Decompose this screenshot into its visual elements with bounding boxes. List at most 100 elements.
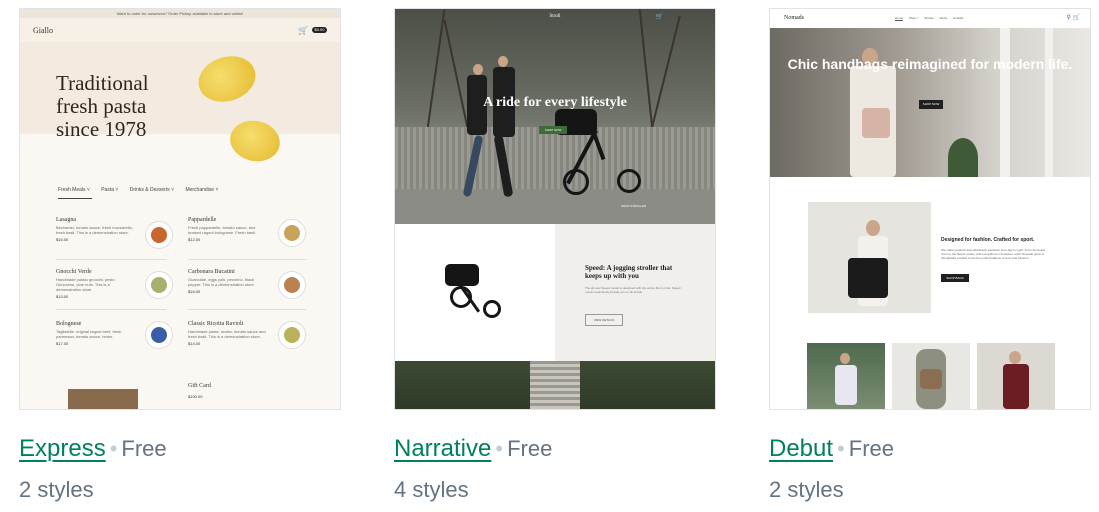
menu-item-name: Bolognese <box>56 321 82 327</box>
feature-image <box>808 202 931 313</box>
backpack-image <box>920 369 942 389</box>
menu-tab: Merchandise ˅ <box>185 187 219 193</box>
menu-tab: Pasta ˅ <box>101 187 119 193</box>
window-frame <box>1000 28 1010 177</box>
cart-icon: 🛒 <box>655 14 663 20</box>
person-head <box>473 64 483 75</box>
menu-item: Carbonara Bucatini Guanciale, eggs yolk,… <box>188 269 266 294</box>
preview-logo: Giallo <box>33 26 53 35</box>
hero-button: SHOP NOW <box>539 126 567 134</box>
theme-style-count: 2 styles <box>769 477 844 502</box>
product-desc: The all-new Speed model is designed with… <box>585 286 681 294</box>
menu-tabs: Fresh Meals ˅ Pasta ˅ Drinks & Desserts … <box>58 187 228 193</box>
divider <box>56 259 166 260</box>
menu-item-desc: Handmade potato gnocchi, pesto Genovese,… <box>56 277 115 292</box>
menu-item-name: Classic Ricotta Ravioli <box>188 321 244 327</box>
announcement-bar: Want to order for ourselves? Order Picku… <box>20 9 340 18</box>
preview-header: Nomads Home Shop ˅ Stories About Contact… <box>770 9 1090 28</box>
collection-tile <box>977 343 1055 409</box>
dish-image <box>278 321 306 349</box>
nav-item: Shop ˅ <box>908 16 919 20</box>
gift-card-image <box>68 389 138 409</box>
product-title: Speed: A jogging stroller that keeps up … <box>585 264 673 280</box>
divider <box>56 309 166 310</box>
theme-preview-express[interactable]: Want to order for ourselves? Order Picku… <box>19 8 341 410</box>
menu-item-name: Lasagna <box>56 217 76 223</box>
menu-item-price: $14.00 <box>188 341 201 346</box>
preview-nav: Home Shop ˅ Stories About Contact <box>895 16 968 20</box>
shop-link: SHOP STROLLER <box>621 204 647 208</box>
menu-item-desc: Guanciale, eggs yolk, pecorino, black pe… <box>188 277 255 287</box>
theme-style-count: 4 styles <box>394 477 469 502</box>
hero-title: A ride for every lifestyle <box>483 95 627 110</box>
menu-item-price: $13.00 <box>56 294 69 299</box>
theme-price: Free <box>848 436 894 461</box>
active-tab-underline <box>58 198 92 199</box>
model-figure <box>835 365 857 405</box>
product-button: VIEW DETAILS <box>585 314 623 326</box>
theme-preview-debut[interactable]: Nomads Home Shop ˅ Stories About Contact… <box>769 8 1091 410</box>
cart-badge: $0.00 <box>312 27 327 33</box>
nav-item: Stories <box>924 16 934 20</box>
stairs-image <box>530 361 580 409</box>
dish-image <box>145 221 173 249</box>
model-head <box>1009 351 1021 364</box>
feature-button: SHOP BAGS <box>941 274 969 282</box>
preview-hero <box>395 9 715 224</box>
theme-meta: Debut • Free <box>769 435 894 463</box>
collection-tile <box>892 343 970 409</box>
dish-image <box>145 321 173 349</box>
nav-item: About <box>939 16 948 20</box>
separator-dot: • <box>109 436 118 461</box>
hero-button: SHOP NOW <box>919 100 943 109</box>
plant-image <box>948 138 978 177</box>
theme-style-count: 2 styles <box>19 477 94 502</box>
gift-card-title: Gift Card <box>188 383 211 389</box>
dish-image <box>278 271 306 299</box>
backpack-image <box>848 258 888 298</box>
theme-name-link[interactable]: Narrative <box>394 435 491 462</box>
model-head <box>840 353 850 364</box>
theme-preview-narrative[interactable]: Stroll 🛒 A ride for every lifestyle SHOP… <box>394 8 716 410</box>
hero-heading: Traditional fresh pasta since 1978 <box>56 71 149 141</box>
collection-tile <box>807 343 885 409</box>
preview-logo: Stroll <box>549 14 561 19</box>
tree-branch <box>443 19 469 129</box>
handbag-image <box>862 108 890 138</box>
model-head <box>866 220 880 236</box>
cart-icon: 🛒 <box>298 26 308 35</box>
hero-title: Chic handbags reimagined for modern life… <box>787 56 1073 72</box>
menu-item: Gnocchi Verde Handmade potato gnocchi, p… <box>56 269 134 299</box>
divider <box>188 309 306 310</box>
menu-item-desc: Tagliatelle, original ragout beef, fresh… <box>56 329 122 339</box>
menu-item-name: Pappardelle <box>188 217 217 223</box>
dish-image <box>278 219 306 247</box>
dish-image <box>145 271 173 299</box>
stroller-seat <box>445 264 479 286</box>
separator-dot: • <box>495 436 504 461</box>
menu-item-name: Gnocchi Verde <box>56 269 92 275</box>
nav-item: Contact <box>953 16 964 20</box>
menu-item: Bolognese Tagliatelle, original ragout b… <box>56 321 134 346</box>
menu-item-price: $16.00 <box>188 289 201 294</box>
separator-dot: • <box>837 436 845 461</box>
gift-card-price: $100.00 <box>188 394 203 399</box>
menu-item: Classic Ricotta Ravioli Handmade pasta, … <box>188 321 266 346</box>
theme-name-link[interactable]: Express <box>19 435 106 462</box>
model-figure <box>1003 364 1029 409</box>
menu-item: Pappardelle Fresh pappardelle, tomato sa… <box>188 217 266 242</box>
feature-desc: We make products that effortlessly trans… <box>941 248 1046 260</box>
menu-item-price: $17.00 <box>56 341 69 346</box>
nav-item: Home <box>895 16 904 20</box>
menu-item-price: $15.00 <box>56 237 69 242</box>
search-cart-icons: ⚲ 🛒 <box>1066 15 1080 21</box>
theme-name-link[interactable]: Debut <box>769 435 833 462</box>
menu-item-desc: Béchamel, tomato sauce, fresh mozzarella… <box>56 225 133 235</box>
menu-item-price: $12.00 <box>188 237 201 242</box>
stroller-wheel <box>563 169 589 195</box>
menu-item-desc: Fresh pappardelle, tomato sauce, and bra… <box>188 225 257 235</box>
feature-title: Designed for fashion. Crafted for sport. <box>941 237 1035 243</box>
window-frame <box>1045 28 1053 177</box>
stroller-wheel <box>483 300 501 318</box>
preview-logo: Nomads <box>784 15 804 21</box>
